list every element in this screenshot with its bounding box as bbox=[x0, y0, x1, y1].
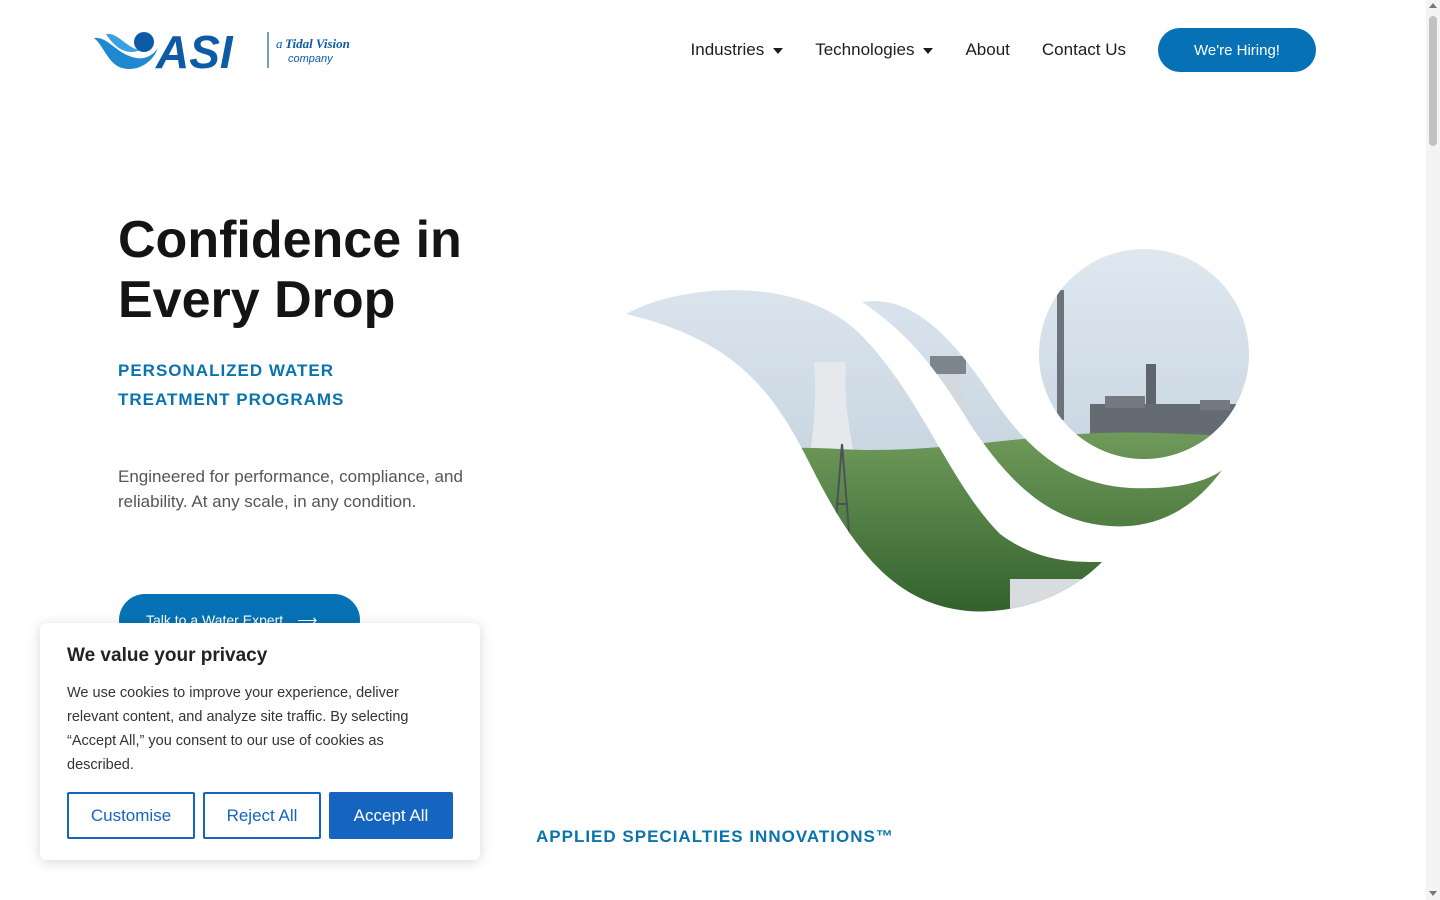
caret-down-icon bbox=[923, 48, 934, 54]
customise-button[interactable]: Customise bbox=[67, 792, 195, 839]
hiring-button[interactable]: We're Hiring! bbox=[1158, 28, 1316, 72]
accept-all-button[interactable]: Accept All bbox=[329, 792, 453, 839]
main-nav: Industries Technologies About Contact Us… bbox=[659, 28, 1316, 72]
logo-tagline-a: a bbox=[276, 36, 283, 51]
nav-label: About bbox=[965, 40, 1010, 59]
nav-label: Industries bbox=[690, 40, 765, 59]
nav-label: Contact Us bbox=[1041, 40, 1126, 59]
cookie-text: We use cookies to improve your experienc… bbox=[67, 685, 409, 773]
logo-tagline-brand: Tidal Vision bbox=[285, 36, 350, 51]
page-scrollbar[interactable] bbox=[1426, 0, 1440, 900]
section-kicker: APPLIED SPECIALTIES INNOVATIONS™ bbox=[536, 827, 894, 846]
site-header: ASI a Tidal Vision company Industries Te… bbox=[0, 0, 1426, 100]
wave-mark-icon bbox=[94, 32, 158, 70]
cookie-title: We value your privacy bbox=[67, 645, 268, 666]
cookie-consent-banner: We value your privacy We use cookies to … bbox=[40, 623, 480, 860]
logo-tagline-company: company bbox=[288, 53, 334, 65]
hero-title: Confidence in Every Drop bbox=[118, 210, 558, 330]
scroll-thumb[interactable] bbox=[1429, 16, 1437, 146]
hero-description: Engineered for performance, compliance, … bbox=[118, 467, 463, 511]
hero-subtitle-line1: PERSONALIZED WATER bbox=[118, 361, 335, 380]
nav-item-technologies[interactable]: Technologies bbox=[815, 40, 934, 60]
hero-industrial-image bbox=[626, 249, 1249, 612]
scroll-down-icon[interactable] bbox=[1429, 891, 1437, 896]
logo-wordmark: ASI bbox=[155, 28, 234, 72]
reject-all-button[interactable]: Reject All bbox=[203, 792, 321, 839]
nav-item-industries[interactable]: Industries bbox=[691, 40, 784, 60]
scroll-up-icon[interactable] bbox=[1429, 3, 1437, 8]
hero-title-line2: Every Drop bbox=[118, 271, 396, 329]
hero-title-line1: Confidence in bbox=[118, 211, 462, 269]
cookie-actions: Customise Reject All Accept All bbox=[67, 792, 461, 839]
asi-logo[interactable]: ASI a Tidal Vision company bbox=[92, 28, 352, 72]
nav-item-about[interactable]: About bbox=[965, 40, 1009, 60]
nav-item-contact[interactable]: Contact Us bbox=[1042, 40, 1126, 60]
hero-subtitle-line2: TREATMENT PROGRAMS bbox=[118, 390, 345, 409]
caret-down-icon bbox=[773, 48, 784, 54]
nav-label: Technologies bbox=[815, 40, 915, 59]
hero-subtitle: PERSONALIZED WATER TREATMENT PROGRAMS bbox=[118, 356, 378, 414]
